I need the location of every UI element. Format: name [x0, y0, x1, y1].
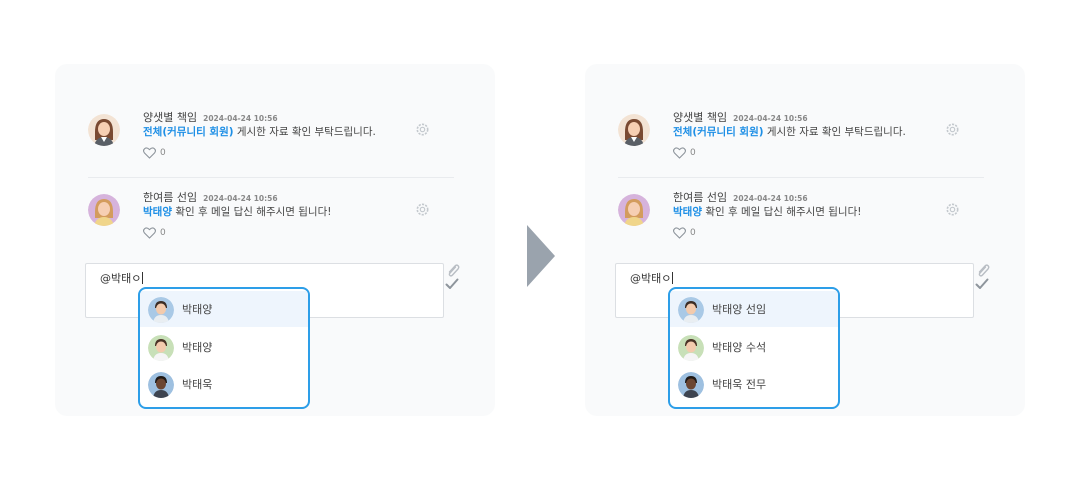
heart-icon[interactable] [143, 227, 156, 239]
gear-icon[interactable] [945, 122, 960, 137]
suggestion-item[interactable]: 박태양 수석 [670, 329, 838, 365]
comment-panel-after: 양샛별 책임 2024-04-24 10:56 전체(커뮤니티 회원) 게시한 자… [585, 64, 1025, 416]
suggestion-name: 박태양 수석 [712, 341, 767, 354]
check-icon[interactable] [975, 278, 989, 290]
comment-input-text[interactable]: @박태ㅇ [630, 270, 674, 286]
comment-text: 확인 후 메일 답신 해주시면 됩니다! [701, 206, 862, 218]
gear-icon[interactable] [945, 202, 960, 217]
suggestion-name: 박태양 선임 [712, 303, 767, 316]
input-value: @박태ㅇ [100, 272, 142, 285]
suggestion-item[interactable]: 박태양 [140, 329, 308, 365]
suggestion-item[interactable]: 박태양 [140, 291, 308, 327]
comment-input-text[interactable]: @박태ㅇ [100, 270, 144, 286]
like-control[interactable]: 0 [143, 226, 166, 240]
suggestion-item[interactable]: 박태양 선임 [670, 291, 838, 327]
comment-divider [618, 177, 984, 178]
comment-body: 전체(커뮤니티 회원) 게시한 자료 확인 부탁드립니다. [673, 124, 906, 139]
avatar [618, 194, 650, 226]
comment-body: 박태양 확인 후 메일 답신 해주시면 됩니다! [673, 204, 861, 219]
comment-body: 전체(커뮤니티 회원) 게시한 자료 확인 부탁드립니다. [143, 124, 376, 139]
avatar [148, 335, 174, 361]
input-value: @박태ㅇ [630, 272, 672, 285]
comment-date: 2024-04-24 10:56 [203, 114, 278, 123]
comment-author: 양샛별 책임 [673, 111, 728, 124]
paperclip-icon[interactable] [446, 264, 460, 278]
comment-item: 한여름 선임 2024-04-24 10:56 박태양 확인 후 메일 답신 해주… [618, 184, 984, 244]
comment-text: 게시한 자료 확인 부탁드립니다. [763, 126, 906, 138]
heart-icon[interactable] [673, 227, 686, 239]
comment-author: 한여름 선임 [673, 191, 728, 204]
suggestion-name: 박태양 [182, 303, 213, 316]
check-icon[interactable] [445, 278, 459, 290]
like-count: 0 [160, 228, 166, 238]
comment-date: 2024-04-24 10:56 [733, 194, 808, 203]
comment-author: 한여름 선임 [143, 191, 198, 204]
mention-tag[interactable]: 전체(커뮤니티 회원) [673, 126, 764, 138]
gear-icon[interactable] [415, 202, 430, 217]
avatar [678, 335, 704, 361]
avatar [88, 114, 120, 146]
comment-text: 게시한 자료 확인 부탁드립니다. [233, 126, 376, 138]
heart-icon[interactable] [673, 147, 686, 159]
avatar [678, 372, 704, 398]
suggestion-item[interactable]: 박태욱 [140, 366, 308, 402]
avatar [88, 194, 120, 226]
mention-tag[interactable]: 박태양 [673, 206, 702, 218]
like-count: 0 [160, 148, 166, 158]
comment-text: 확인 후 메일 답신 해주시면 됩니다! [171, 206, 332, 218]
text-caret [142, 272, 144, 284]
mention-tag[interactable]: 전체(커뮤니티 회원) [143, 126, 234, 138]
heart-icon[interactable] [143, 147, 156, 159]
suggestion-name: 박태양 [182, 341, 213, 354]
comment-item: 한여름 선임 2024-04-24 10:56 박태양 확인 후 메일 답신 해주… [88, 184, 454, 244]
suggestion-name: 박태욱 전무 [712, 378, 767, 391]
paperclip-icon[interactable] [976, 264, 990, 278]
gear-icon[interactable] [415, 122, 430, 137]
comment-meta: 한여름 선임 2024-04-24 10:56 [673, 186, 808, 204]
comment-date: 2024-04-24 10:56 [203, 194, 278, 203]
comment-meta: 한여름 선임 2024-04-24 10:56 [143, 186, 278, 204]
mention-suggestion-list: 박태양 선임 박태양 수석 박태욱 전무 [668, 287, 840, 409]
avatar [148, 297, 174, 323]
comment-panel-before: 양샛별 책임 2024-04-24 10:56 전체(커뮤니티 회원) 게시한 자… [55, 64, 495, 416]
comment-author: 양샛별 책임 [143, 111, 198, 124]
comment-date: 2024-04-24 10:56 [733, 114, 808, 123]
like-count: 0 [690, 148, 696, 158]
like-control[interactable]: 0 [673, 146, 696, 160]
comment-item: 양샛별 책임 2024-04-24 10:56 전체(커뮤니티 회원) 게시한 자… [618, 104, 984, 164]
like-control[interactable]: 0 [673, 226, 696, 240]
suggestion-name: 박태욱 [182, 378, 213, 391]
mention-tag[interactable]: 박태양 [143, 206, 172, 218]
mention-suggestion-list: 박태양 박태양 박태욱 [138, 287, 310, 409]
avatar [148, 372, 174, 398]
comment-divider [88, 177, 454, 178]
avatar [678, 297, 704, 323]
arrow-right-icon [527, 225, 555, 287]
suggestion-item[interactable]: 박태욱 전무 [670, 366, 838, 402]
comment-item: 양샛별 책임 2024-04-24 10:56 전체(커뮤니티 회원) 게시한 자… [88, 104, 454, 164]
like-count: 0 [690, 228, 696, 238]
comment-meta: 양샛별 책임 2024-04-24 10:56 [673, 106, 808, 124]
comment-body: 박태양 확인 후 메일 답신 해주시면 됩니다! [143, 204, 331, 219]
avatar [618, 114, 650, 146]
like-control[interactable]: 0 [143, 146, 166, 160]
text-caret [672, 272, 674, 284]
comment-meta: 양샛별 책임 2024-04-24 10:56 [143, 106, 278, 124]
